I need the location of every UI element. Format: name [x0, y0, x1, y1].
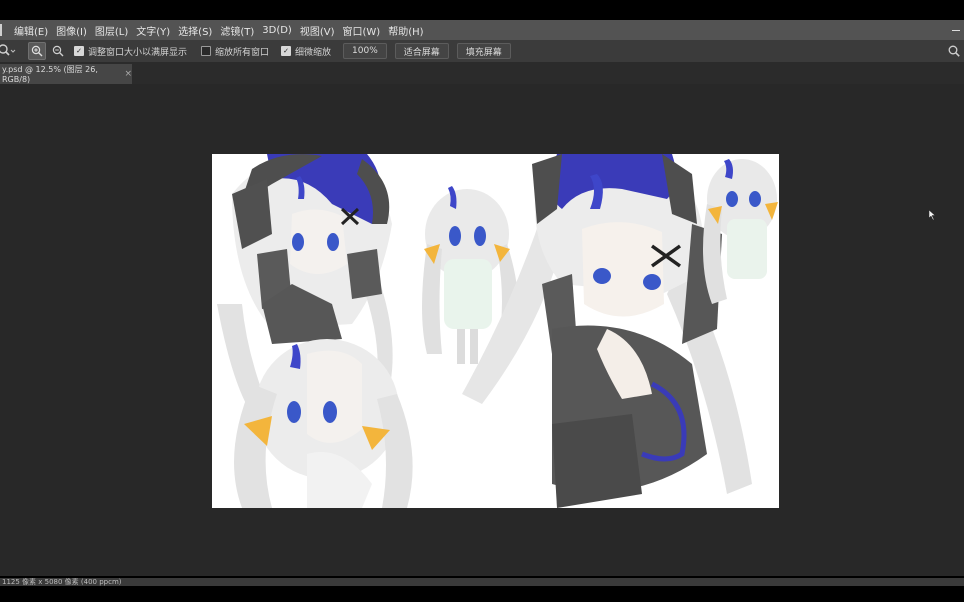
menu-help[interactable]: 帮助(H): [388, 23, 423, 38]
fit-screen-button[interactable]: 适合屏幕: [394, 43, 449, 59]
zoom-in-icon: [31, 45, 43, 57]
menu-filter[interactable]: 滤镜(T): [220, 23, 254, 38]
scrubby-zoom-label: 细微缩放: [295, 47, 332, 58]
fill-screen-button[interactable]: 填充屏幕: [456, 43, 511, 59]
document-canvas[interactable]: [212, 154, 779, 508]
zoom-all-windows-label: 缩放所有窗口: [215, 47, 270, 58]
resize-windows-label: 调整窗口大小以满屏显示: [88, 47, 188, 58]
zoom-all-windows-checkbox[interactable]: 缩放所有窗口: [201, 45, 269, 58]
options-bar: ✓ 调整窗口大小以满屏显示 缩放所有窗口 ✓ 细微缩放 100% 适合屏幕 填充…: [0, 40, 964, 62]
menu-bar-edge: [0, 24, 6, 36]
resize-windows-checkbox[interactable]: ✓ 调整窗口大小以满屏显示: [74, 45, 187, 58]
scrubby-zoom-checkbox[interactable]: ✓ 细微缩放: [281, 45, 331, 58]
menu-edit[interactable]: 编辑(E): [14, 23, 48, 38]
menu-select[interactable]: 选择(S): [178, 23, 212, 38]
bottom-letterbox: [0, 586, 964, 602]
artwork-image: [217, 154, 778, 508]
document-tab-title: y.psd @ 12.5% (图层 26, RGB/8): [2, 65, 98, 84]
zoom-tool-icon[interactable]: [0, 43, 16, 59]
character-sketch-top-right: [703, 159, 778, 304]
menu-layer[interactable]: 图层(L): [95, 23, 128, 38]
menu-type[interactable]: 文字(Y): [136, 23, 170, 38]
document-tab-bar: y.psd @ 12.5% (图层 26, RGB/8) ×: [0, 62, 964, 84]
document-tab[interactable]: y.psd @ 12.5% (图层 26, RGB/8) ×: [0, 64, 132, 84]
status-bar: 1125 像素 x 5080 像素 (400 ppcm): [0, 578, 964, 586]
zoom-in-button[interactable]: [28, 42, 46, 60]
search-icon[interactable]: [948, 45, 960, 57]
minimize-icon[interactable]: [952, 30, 960, 31]
menu-window[interactable]: 窗口(W): [343, 23, 381, 38]
mouse-cursor-icon: [929, 210, 936, 220]
menu-bar: 编辑(E) 图像(I) 图层(L) 文字(Y) 选择(S) 滤镜(T) 3D(D…: [0, 20, 964, 40]
zoom-percent-button[interactable]: 100%: [343, 43, 387, 59]
document-size-status: 1125 像素 x 5080 像素 (400 ppcm): [2, 578, 122, 586]
menu-view[interactable]: 视图(V): [300, 23, 335, 38]
menu-image[interactable]: 图像(I): [56, 23, 87, 38]
checkbox-box[interactable]: ✓: [74, 46, 84, 56]
checkbox-box[interactable]: [201, 46, 212, 56]
close-icon[interactable]: ×: [124, 69, 132, 79]
zoom-out-icon: [52, 45, 64, 57]
zoom-out-button[interactable]: [50, 43, 66, 59]
menu-3d[interactable]: 3D(D): [262, 25, 292, 36]
checkbox-box[interactable]: ✓: [281, 46, 292, 56]
